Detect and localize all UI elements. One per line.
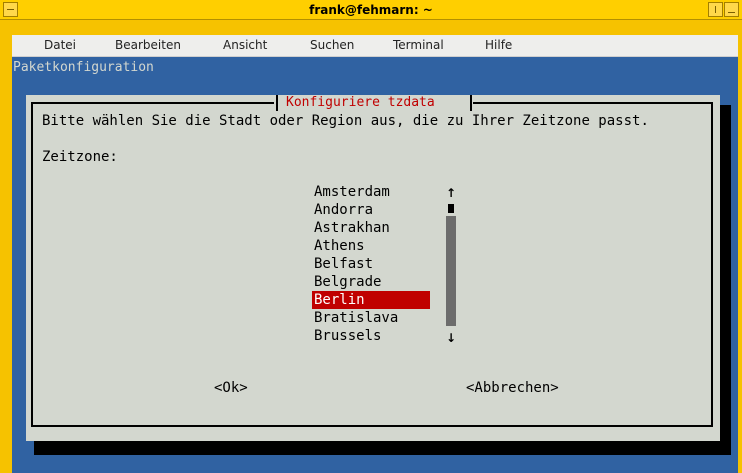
maximize-button[interactable] bbox=[708, 2, 723, 17]
scrollbar-thumb[interactable] bbox=[448, 204, 454, 213]
menu-ansicht[interactable]: Ansicht bbox=[223, 38, 267, 52]
maximize-icon bbox=[715, 6, 716, 13]
scrollbar-track[interactable] bbox=[446, 216, 456, 326]
menu-terminal[interactable]: Terminal bbox=[393, 38, 444, 52]
tzdata-dialog: Konfiguriere tzdata Bitte wählen Sie die… bbox=[26, 95, 720, 441]
dialog-title: Konfiguriere tzdata bbox=[286, 95, 435, 110]
title-bar[interactable]: frank@fehmarn: ~ bbox=[0, 0, 742, 20]
timezone-option-brussels[interactable]: Brussels bbox=[312, 327, 430, 345]
dialog-title-tick-left bbox=[276, 95, 278, 111]
minimize-icon bbox=[728, 12, 735, 13]
scroll-down-icon[interactable]: ↓ bbox=[446, 331, 456, 345]
minimize-button[interactable] bbox=[724, 2, 739, 17]
timezone-label: Zeitzone: bbox=[42, 149, 118, 165]
timezone-option-andorra[interactable]: Andorra bbox=[312, 201, 430, 219]
terminal-window: frank@fehmarn: ~ Datei Bearbeiten Ansich… bbox=[0, 0, 742, 473]
menu-hilfe[interactable]: Hilfe bbox=[485, 38, 512, 52]
menu-suchen[interactable]: Suchen bbox=[310, 38, 354, 52]
scroll-up-icon[interactable]: ↑ bbox=[446, 186, 456, 200]
dialog-title-tick-right bbox=[470, 95, 472, 111]
terminal-area[interactable]: Paketkonfiguration Konfiguriere tzdata B… bbox=[12, 57, 738, 473]
timezone-option-belfast[interactable]: Belfast bbox=[312, 255, 430, 273]
timezone-option-bratislava[interactable]: Bratislava bbox=[312, 309, 430, 327]
timezone-option-belgrade[interactable]: Belgrade bbox=[312, 273, 430, 291]
terminal-header: Paketkonfiguration bbox=[13, 60, 154, 75]
menu-datei[interactable]: Datei bbox=[44, 38, 76, 52]
dialog-prompt: Bitte wählen Sie die Stadt oder Region a… bbox=[42, 113, 649, 129]
menu-bearbeiten[interactable]: Bearbeiten bbox=[115, 38, 181, 52]
menu-bar: Datei Bearbeiten Ansicht Suchen Terminal… bbox=[12, 35, 738, 57]
ok-button[interactable]: <Ok> bbox=[214, 380, 248, 396]
window-title: frank@fehmarn: ~ bbox=[309, 3, 433, 17]
cancel-button[interactable]: <Abbrechen> bbox=[466, 380, 559, 396]
timezone-option-athens[interactable]: Athens bbox=[312, 237, 430, 255]
timezone-option-astrakhan[interactable]: Astrakhan bbox=[312, 219, 430, 237]
timezone-option-berlin[interactable]: Berlin bbox=[312, 291, 430, 309]
timezone-option-amsterdam[interactable]: Amsterdam bbox=[312, 183, 430, 201]
